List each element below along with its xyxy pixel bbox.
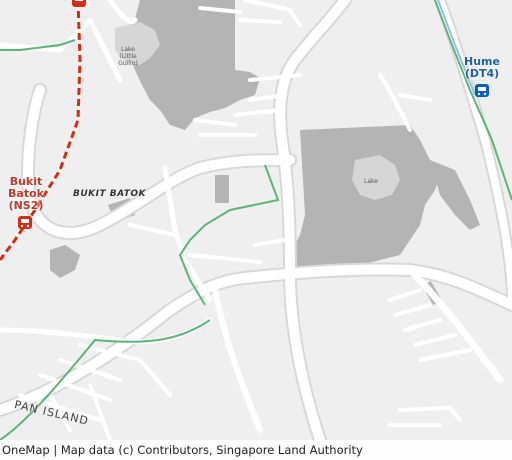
hume-station-label[interactable]: Hume (DT4) <box>460 56 504 80</box>
bukit-batok-station-code: (NS2) <box>8 199 44 212</box>
block-a <box>215 175 229 203</box>
bukit-batok-area-label: BUKIT BATOK <box>73 189 146 199</box>
hume-station-icon <box>475 84 489 97</box>
bukit-batok-station-icon <box>18 216 32 229</box>
lake-label: Lake <box>364 178 378 185</box>
hume-station-code: (DT4) <box>464 67 500 80</box>
little-guilin-lake-label: Lake (Little Guilin) <box>118 46 138 67</box>
map-canvas[interactable]: Bukit Batok (NS2) Hume (DT4) BUKIT BATOK… <box>0 0 512 460</box>
map-attribution: OneMap | Map data (c) Contributors, Sing… <box>0 440 512 460</box>
ns-station-icon-top <box>72 0 86 7</box>
map-layer <box>0 0 512 460</box>
bukit-batok-station-name: Bukit Batok <box>8 175 44 200</box>
bukit-batok-station-label[interactable]: Bukit Batok (NS2) <box>4 176 48 212</box>
